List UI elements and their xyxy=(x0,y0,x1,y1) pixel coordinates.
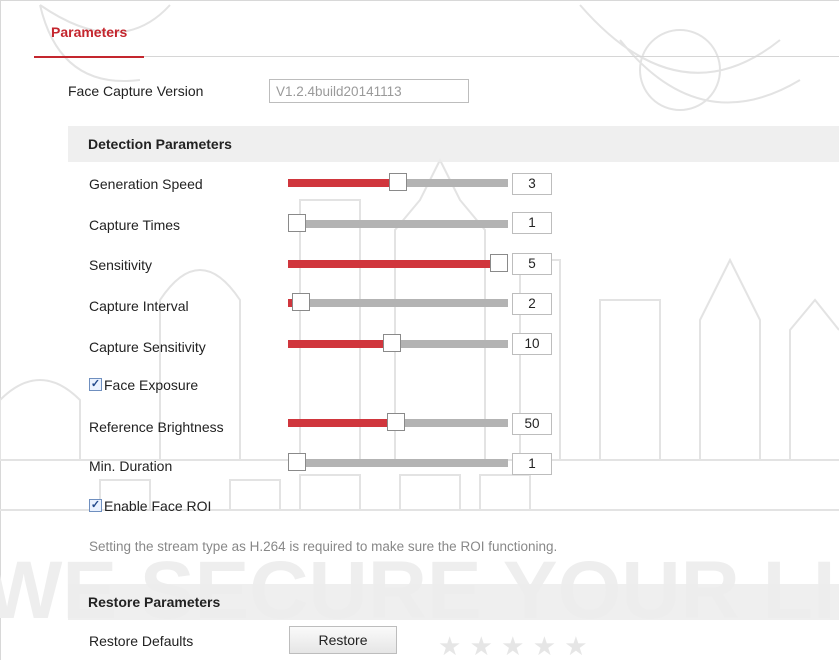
min-duration-label: Min. Duration xyxy=(89,458,173,474)
reference-brightness-label: Reference Brightness xyxy=(89,419,224,435)
capture-interval-value[interactable]: 2 xyxy=(512,293,552,315)
capture-interval-slider[interactable] xyxy=(288,293,508,311)
slider-track xyxy=(288,299,508,307)
face-capture-version-field[interactable] xyxy=(269,79,469,103)
reference-brightness-slider[interactable] xyxy=(288,413,508,431)
face-capture-version-label: Face Capture Version xyxy=(68,83,204,99)
slider-thumb[interactable] xyxy=(382,334,401,352)
capture-sensitivity-value[interactable]: 10 xyxy=(512,333,552,355)
enable-face-roi-label: Enable Face ROI xyxy=(104,498,212,514)
sensitivity-label: Sensitivity xyxy=(89,257,153,273)
enable-face-roi-checkbox[interactable]: ✓ xyxy=(89,499,102,512)
slider-thumb[interactable] xyxy=(292,293,311,311)
slider-track xyxy=(288,459,508,467)
capture-times-value[interactable]: 1 xyxy=(512,212,552,234)
slider-thumb[interactable] xyxy=(389,173,407,191)
face-exposure-label: Face Exposure xyxy=(104,377,199,393)
restore-parameters-header: Restore Parameters xyxy=(68,584,839,620)
slider-fill xyxy=(288,419,396,427)
sensitivity-value[interactable]: 5 xyxy=(512,253,552,275)
detection-parameters-title: Detection Parameters xyxy=(88,136,232,152)
slider-fill xyxy=(288,260,499,268)
restore-defaults-label: Restore Defaults xyxy=(89,633,194,649)
slider-thumb[interactable] xyxy=(490,254,508,272)
generation-speed-value[interactable]: 3 xyxy=(512,173,552,195)
slider-fill xyxy=(288,179,398,187)
restore-button[interactable]: Restore xyxy=(289,626,397,654)
capture-sensitivity-slider[interactable] xyxy=(288,334,508,352)
min-duration-slider[interactable] xyxy=(288,453,508,471)
roi-note-text: Setting the stream type as H.264 is requ… xyxy=(89,539,558,554)
slider-thumb[interactable] xyxy=(288,453,306,471)
min-duration-value[interactable]: 1 xyxy=(512,453,552,475)
restore-parameters-title: Restore Parameters xyxy=(88,594,221,610)
detection-parameters-header: Detection Parameters xyxy=(68,126,839,162)
face-exposure-checkbox[interactable]: ✓ xyxy=(89,378,102,391)
generation-speed-slider[interactable] xyxy=(288,173,508,191)
capture-interval-label: Capture Interval xyxy=(89,298,189,314)
slider-thumb[interactable] xyxy=(386,413,405,431)
capture-times-slider[interactable] xyxy=(288,214,508,232)
sensitivity-slider[interactable] xyxy=(288,254,508,272)
capture-sensitivity-label: Capture Sensitivity xyxy=(89,339,206,355)
slider-thumb[interactable] xyxy=(288,214,306,232)
capture-times-label: Capture Times xyxy=(89,217,181,233)
tab-bar: Parameters xyxy=(34,16,839,58)
tab-parameters[interactable]: Parameters xyxy=(34,16,145,58)
reference-brightness-value[interactable]: 50 xyxy=(512,413,552,435)
slider-track xyxy=(288,220,508,228)
slider-fill xyxy=(288,340,392,348)
generation-speed-label: Generation Speed xyxy=(89,176,203,192)
